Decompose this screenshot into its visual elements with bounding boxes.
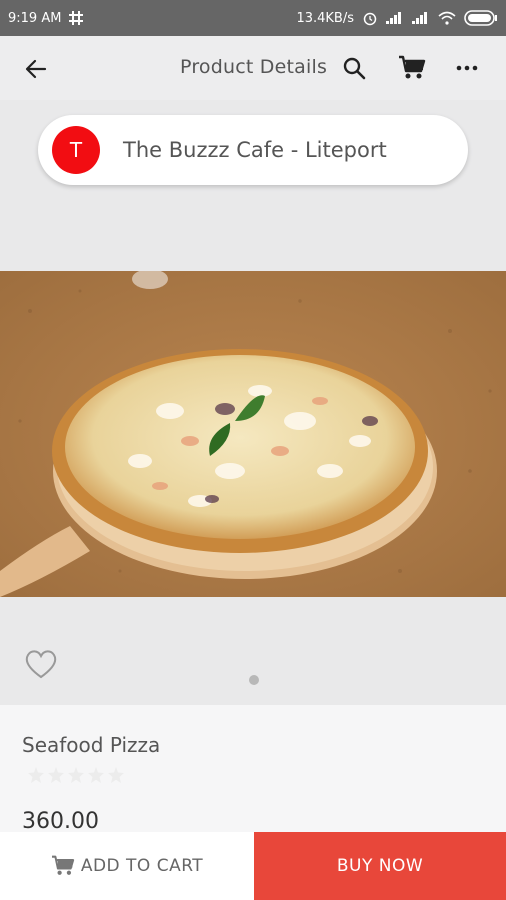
signal-icon (412, 12, 430, 24)
add-to-cart-label: ADD TO CART (80, 856, 204, 876)
product-image[interactable] (0, 269, 506, 597)
star-icon (108, 767, 124, 783)
star-icon (88, 767, 104, 783)
carousel-indicator (249, 675, 259, 685)
store-card[interactable]: T The Buzzz Cafe - Liteport (38, 115, 468, 185)
status-bar: 9:19 AM 13.4KB/s (0, 0, 506, 36)
heart-icon (25, 650, 57, 679)
product-price: 360.00 (22, 809, 99, 834)
network-speed: 13.4KB/s (296, 10, 354, 26)
back-arrow-icon (25, 59, 47, 79)
favorite-button[interactable] (24, 648, 58, 680)
more-options-button[interactable] (455, 56, 479, 80)
store-name: The Buzzz Cafe - Liteport (123, 138, 387, 162)
star-icon (28, 767, 44, 783)
star-icon (68, 767, 84, 783)
alarm-icon (362, 10, 378, 26)
star-icon (48, 767, 64, 783)
cart-icon (399, 55, 426, 79)
status-bar-right: 13.4KB/s (296, 10, 498, 26)
cart-button[interactable] (396, 54, 428, 82)
more-icon (456, 65, 478, 71)
rating-stars (28, 767, 124, 783)
buy-now-label: BUY NOW (336, 856, 424, 876)
buy-now-button[interactable]: BUY NOW (254, 832, 506, 900)
wifi-icon (438, 11, 456, 25)
search-icon (343, 57, 366, 80)
cart-icon (51, 855, 74, 875)
add-to-cart-button[interactable]: ADD TO CART (0, 832, 254, 900)
battery-icon (464, 10, 498, 26)
bottom-action-bar: ADD TO CART BUY NOW (0, 832, 506, 900)
status-bar-left: 9:19 AM (8, 10, 84, 26)
status-time: 9:19 AM (8, 10, 62, 26)
slack-icon (69, 11, 84, 25)
app-bar: Product Details (0, 36, 506, 100)
search-button[interactable] (340, 54, 368, 82)
product-name: Seafood Pizza (22, 733, 161, 757)
pizza-image (0, 269, 506, 597)
back-button[interactable] (22, 55, 50, 83)
signal-icon (386, 12, 404, 24)
page-title: Product Details (180, 56, 328, 78)
store-avatar: T (52, 126, 100, 174)
